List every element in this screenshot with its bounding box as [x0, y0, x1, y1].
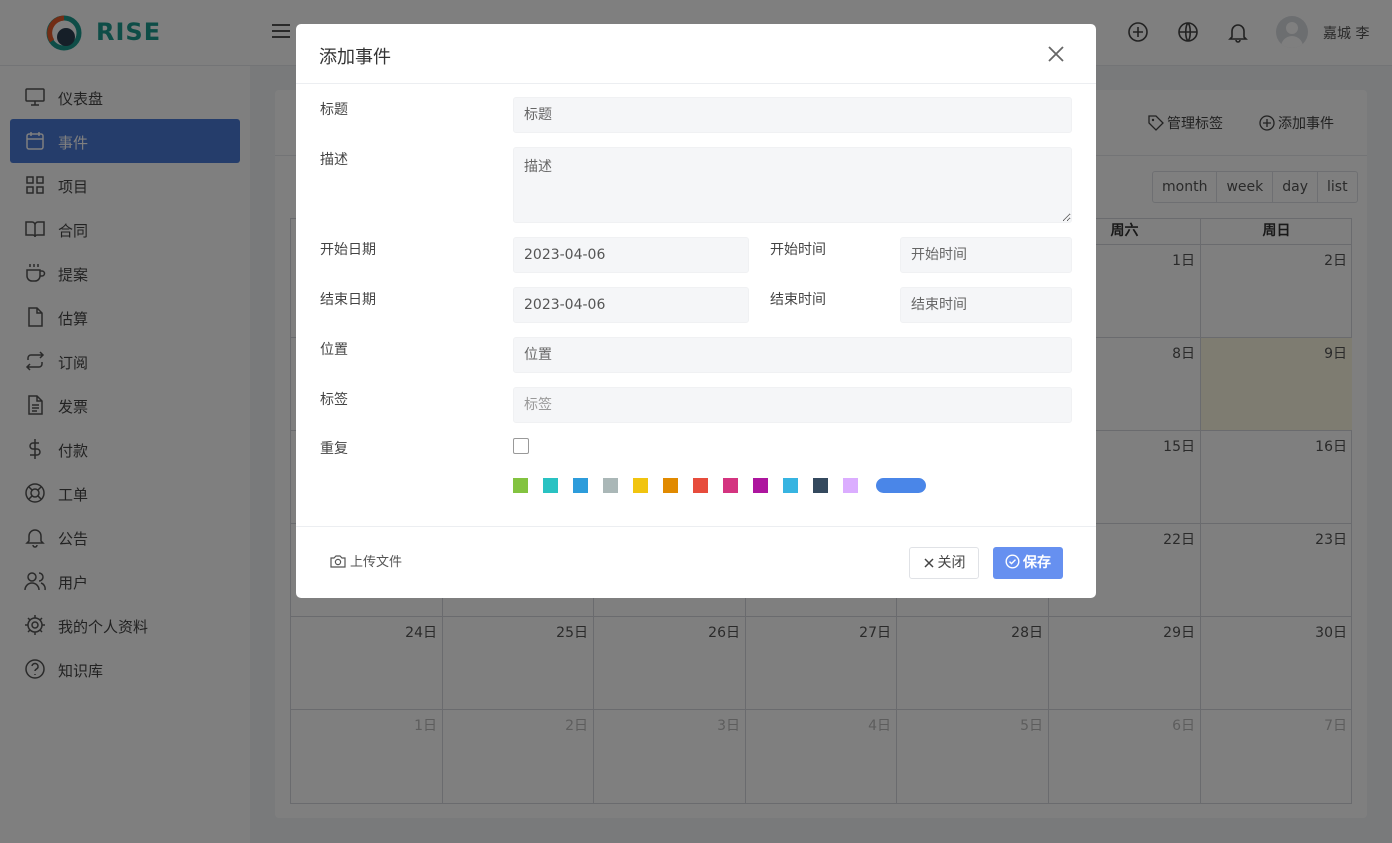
modal-title: 添加事件	[319, 47, 391, 68]
close-icon[interactable]	[1045, 43, 1067, 65]
color-swatch[interactable]	[723, 478, 738, 493]
check-circle-icon	[1005, 554, 1020, 569]
close-button-label: 关闭	[937, 555, 966, 571]
save-button-label: 保存	[1023, 555, 1051, 571]
upload-file-label: 上传文件	[350, 555, 403, 570]
x-icon	[923, 558, 934, 568]
start-time-input[interactable]	[900, 237, 1072, 273]
add-event-modal: 添加事件 标题 描述 开始日期 开始时间 结束日期 结束时间 位置 标签 重复 …	[296, 24, 1096, 598]
save-button[interactable]: 保存	[993, 547, 1063, 579]
end-date-input[interactable]	[513, 287, 749, 323]
color-swatch[interactable]	[663, 478, 678, 493]
title-label: 标题	[320, 102, 348, 118]
close-button[interactable]: 关闭	[909, 547, 979, 579]
color-swatch[interactable]	[543, 478, 558, 493]
end-date-label: 结束日期	[320, 292, 376, 308]
color-swatch[interactable]	[783, 478, 798, 493]
color-swatch[interactable]	[753, 478, 768, 493]
location-input[interactable]	[513, 337, 1072, 373]
camera-icon	[330, 555, 346, 568]
color-swatch[interactable]	[603, 478, 618, 493]
end-time-input[interactable]	[900, 287, 1072, 323]
title-input[interactable]	[513, 97, 1072, 133]
repeat-checkbox[interactable]	[513, 438, 529, 454]
description-textarea[interactable]	[513, 147, 1072, 223]
color-swatch[interactable]	[573, 478, 588, 493]
color-swatch[interactable]	[693, 478, 708, 493]
color-swatch-selected[interactable]	[876, 478, 926, 493]
end-time-label: 结束时间	[770, 292, 826, 308]
color-swatch[interactable]	[813, 478, 828, 493]
labels-input[interactable]	[513, 387, 1072, 423]
modal-footer-divider	[296, 526, 1096, 527]
start-date-label: 开始日期	[320, 242, 376, 258]
color-swatch[interactable]	[843, 478, 858, 493]
upload-file-button[interactable]: 上传文件	[330, 551, 402, 575]
repeat-label: 重复	[320, 441, 348, 457]
start-date-input[interactable]	[513, 237, 749, 273]
modal-header-divider	[296, 83, 1096, 84]
location-label: 位置	[320, 342, 348, 358]
color-swatch[interactable]	[633, 478, 648, 493]
color-swatch[interactable]	[513, 478, 528, 493]
start-time-label: 开始时间	[770, 242, 826, 258]
labels-label: 标签	[320, 392, 348, 408]
description-label: 描述	[320, 152, 348, 168]
